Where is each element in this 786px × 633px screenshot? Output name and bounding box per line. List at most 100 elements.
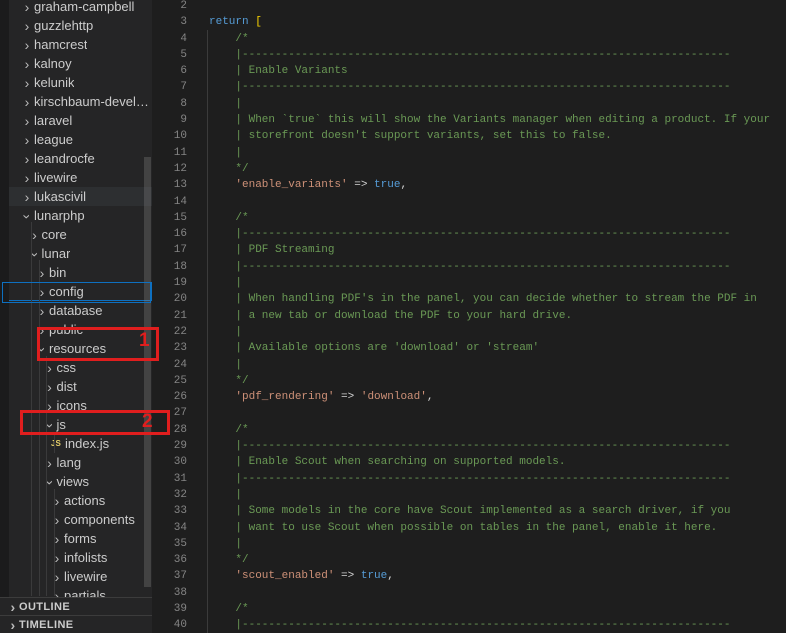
tree-item-label: league (34, 132, 74, 147)
code-line-11: 11 | (152, 145, 786, 161)
code-text: */ (209, 162, 249, 175)
tree-item-label: database (49, 303, 103, 318)
chevron-right-icon: › (54, 492, 60, 509)
line-number: 25 (173, 374, 187, 387)
code-line-26: 26 'pdf_rendering' => 'download', (152, 389, 786, 405)
tree-item-config[interactable]: › config (0, 282, 152, 301)
tree-item-hamcrest[interactable]: › hamcrest (0, 35, 152, 54)
code-line-9: 9 | When `true` this will show the Varia… (152, 112, 786, 128)
line-number: 40 (173, 619, 187, 632)
tree-item-label: resources (49, 341, 107, 356)
tree-item-bin[interactable]: › bin (0, 263, 152, 282)
chevron-right-icon: › (24, 188, 30, 205)
line-number: 37 (173, 570, 187, 583)
tree-item-label: laravel (34, 113, 73, 128)
code-line-18: 18 |------------------------------------… (152, 259, 786, 275)
tree-item-icons[interactable]: › icons (0, 396, 152, 415)
tree-item-actions[interactable]: › actions (0, 491, 152, 510)
tree-item-css[interactable]: › css (0, 358, 152, 377)
code-line-6: 6 | Enable Variants (152, 63, 786, 79)
vscode-window: › graham-campbell › guzzlehttp › hamcrest › kal… (0, 0, 786, 633)
line-number: 5 (180, 48, 187, 61)
tree-item-index-js[interactable]: JS index.js (0, 434, 152, 453)
tree-item-lunarphp[interactable]: › lunarphp (0, 206, 152, 225)
chevron-down-icon: › (19, 213, 36, 219)
tree-item-label: bin (49, 265, 67, 280)
code-text: |---------------------------------------… (209, 260, 731, 273)
code-editor[interactable]: 2 3 return [4 /* 5 |-----------------------… (152, 0, 786, 633)
code-line-29: 29 |------------------------------------… (152, 438, 786, 454)
line-number: 31 (173, 472, 187, 485)
tree-item-resources[interactable]: › resources (0, 339, 152, 358)
tree-item-lukascivil[interactable]: › lukascivil (0, 187, 152, 206)
tree-item-views[interactable]: › views (0, 472, 152, 491)
tree-item-lang[interactable]: › lang (0, 453, 152, 472)
tree-item-components[interactable]: › components (0, 510, 152, 529)
tree-item-dist[interactable]: › dist (0, 377, 152, 396)
tree-item-core[interactable]: › core (0, 225, 152, 244)
tree-item-label: lunar (41, 246, 71, 261)
tree-item-label: hamcrest (34, 37, 88, 52)
timeline-section-header[interactable]: › TIMELINE (0, 615, 152, 633)
tree-item-laravel[interactable]: › laravel (0, 111, 152, 130)
tree-item-guzzlehttp[interactable]: › guzzlehttp (0, 16, 152, 35)
line-number: 16 (173, 228, 187, 241)
code-text: | (209, 537, 243, 550)
code-text: |---------------------------------------… (209, 48, 731, 61)
tree-item-league[interactable]: › league (0, 130, 152, 149)
code-line-32: 32 | (152, 487, 786, 503)
code-text: | (209, 488, 243, 501)
line-number: 34 (173, 521, 187, 534)
chevron-right-icon: › (24, 131, 30, 148)
line-number: 39 (173, 602, 187, 615)
tree-item-kirschbaum-develop-[interactable]: › kirschbaum-develop... (0, 92, 152, 111)
tree-item-livewire[interactable]: › livewire (0, 567, 152, 586)
line-number: 17 (173, 244, 187, 257)
code-text: | Available options are 'download' or 's… (209, 342, 540, 355)
line-number: 3 (180, 16, 187, 29)
tree-item-infolists[interactable]: › infolists (0, 548, 152, 567)
code-text: | storefront doesn't support variants, s… (209, 130, 612, 143)
code-text: /* (209, 32, 249, 45)
code-line-19: 19 | (152, 275, 786, 291)
tree-item-label: kelunik (34, 75, 75, 90)
code-text: | Some models in the core have Scout imp… (209, 505, 731, 518)
tree-item-leandrocfe[interactable]: › leandrocfe (0, 149, 152, 168)
tree-item-js[interactable]: › js (0, 415, 152, 434)
tree-item-graham-campbell[interactable]: › graham-campbell (0, 0, 152, 16)
code-text: | When handling PDF's in the panel, you … (209, 293, 757, 306)
tree-item-kelunik[interactable]: › kelunik (0, 73, 152, 92)
code-line-14: 14 (152, 194, 786, 210)
js-file-icon: JS (51, 439, 61, 448)
line-number: 18 (173, 260, 187, 273)
tree-item-livewire[interactable]: › livewire (0, 168, 152, 187)
code-line-4: 4 /* (152, 31, 786, 47)
tree-item-kalnoy[interactable]: › kalnoy (0, 54, 152, 73)
tree-item-forms[interactable]: › forms (0, 529, 152, 548)
chevron-right-icon: › (24, 169, 30, 186)
chevron-right-icon: › (10, 617, 16, 633)
line-number: 19 (173, 277, 187, 290)
code-text: return [ (209, 16, 262, 29)
sidebar-scrollbar-thumb[interactable] (144, 157, 151, 587)
tree-item-database[interactable]: › database (0, 301, 152, 320)
outline-section-header[interactable]: › OUTLINE (0, 597, 152, 616)
tree-item-label: index.js (65, 436, 110, 451)
code-text: /* (209, 211, 249, 224)
tree-item-label: lukascivil (34, 189, 87, 204)
code-line-30: 30 | Enable Scout when searching on supp… (152, 454, 786, 470)
chevron-right-icon: › (39, 283, 45, 300)
line-number: 35 (173, 537, 187, 550)
tree-item-public[interactable]: › public (0, 320, 152, 339)
chevron-right-icon: › (39, 302, 45, 319)
tree-item-lunar[interactable]: › lunar (0, 244, 152, 263)
tree-item-label: core (41, 227, 67, 242)
tree-item-label: leandrocfe (34, 151, 95, 166)
code-line-33: 33 | Some models in the core have Scout … (152, 503, 786, 519)
tree-item-label: infolists (64, 550, 108, 565)
indent-guide-line (39, 260, 40, 596)
code-line-5: 5 |-------------------------------------… (152, 47, 786, 63)
tree-item-label: kalnoy (34, 56, 72, 71)
code-line-40: 40 |------------------------------------… (152, 617, 786, 633)
code-text: | (209, 146, 243, 159)
